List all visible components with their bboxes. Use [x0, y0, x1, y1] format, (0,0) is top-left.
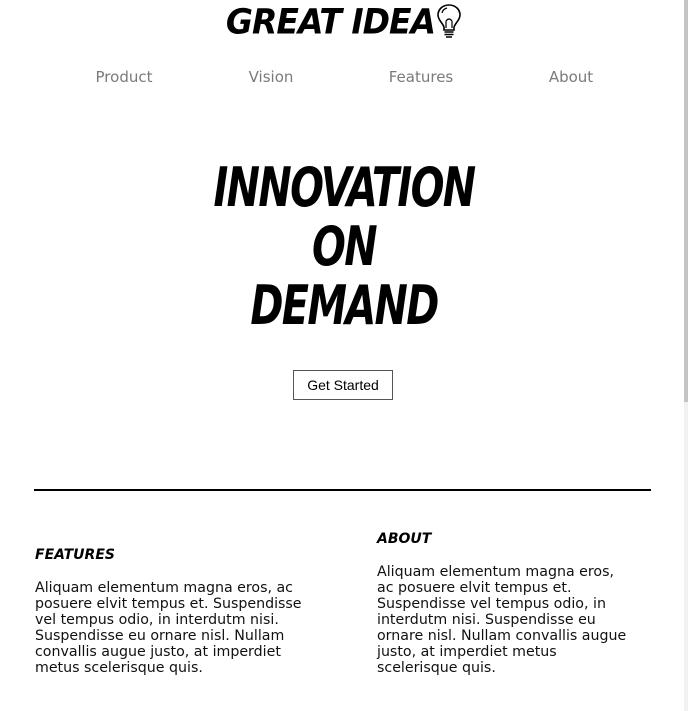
nav-item-product[interactable]: Product: [96, 68, 153, 86]
features-heading: FEATURES: [35, 547, 115, 563]
section-divider: [34, 489, 651, 491]
nav-item-vision[interactable]: Vision: [249, 68, 294, 86]
features-section: FEATURES Aliquam elementum magna eros, a…: [35, 544, 325, 676]
features-body: Aliquam elementum magna eros, ac posuere…: [35, 580, 302, 676]
vertical-scrollbar[interactable]: [684, 0, 688, 711]
site-logo[interactable]: GREAT IDEA: [0, 1, 688, 42]
nav-item-features[interactable]: Features: [389, 68, 454, 86]
logo-text: GREAT IDEA: [225, 1, 436, 42]
hero-title-line-1: INNOVATION: [213, 156, 477, 219]
hero-section: INNOVATION ON DEMAND: [0, 158, 688, 335]
hero-title-line-2: ON: [312, 215, 378, 278]
about-section: ABOUT Aliquam elementum magna eros, ac p…: [377, 528, 667, 676]
get-started-button[interactable]: Get Started: [293, 370, 393, 400]
about-body: Aliquam elementum magna eros, ac posuere…: [377, 564, 627, 676]
about-heading: ABOUT: [377, 531, 432, 547]
hero-title-line-3: DEMAND: [250, 274, 439, 337]
nav-item-about[interactable]: About: [549, 68, 593, 86]
scrollbar-thumb[interactable]: [684, 0, 688, 402]
main-nav: Product Vision Features About: [0, 68, 688, 90]
lightbulb-icon: [437, 4, 461, 38]
